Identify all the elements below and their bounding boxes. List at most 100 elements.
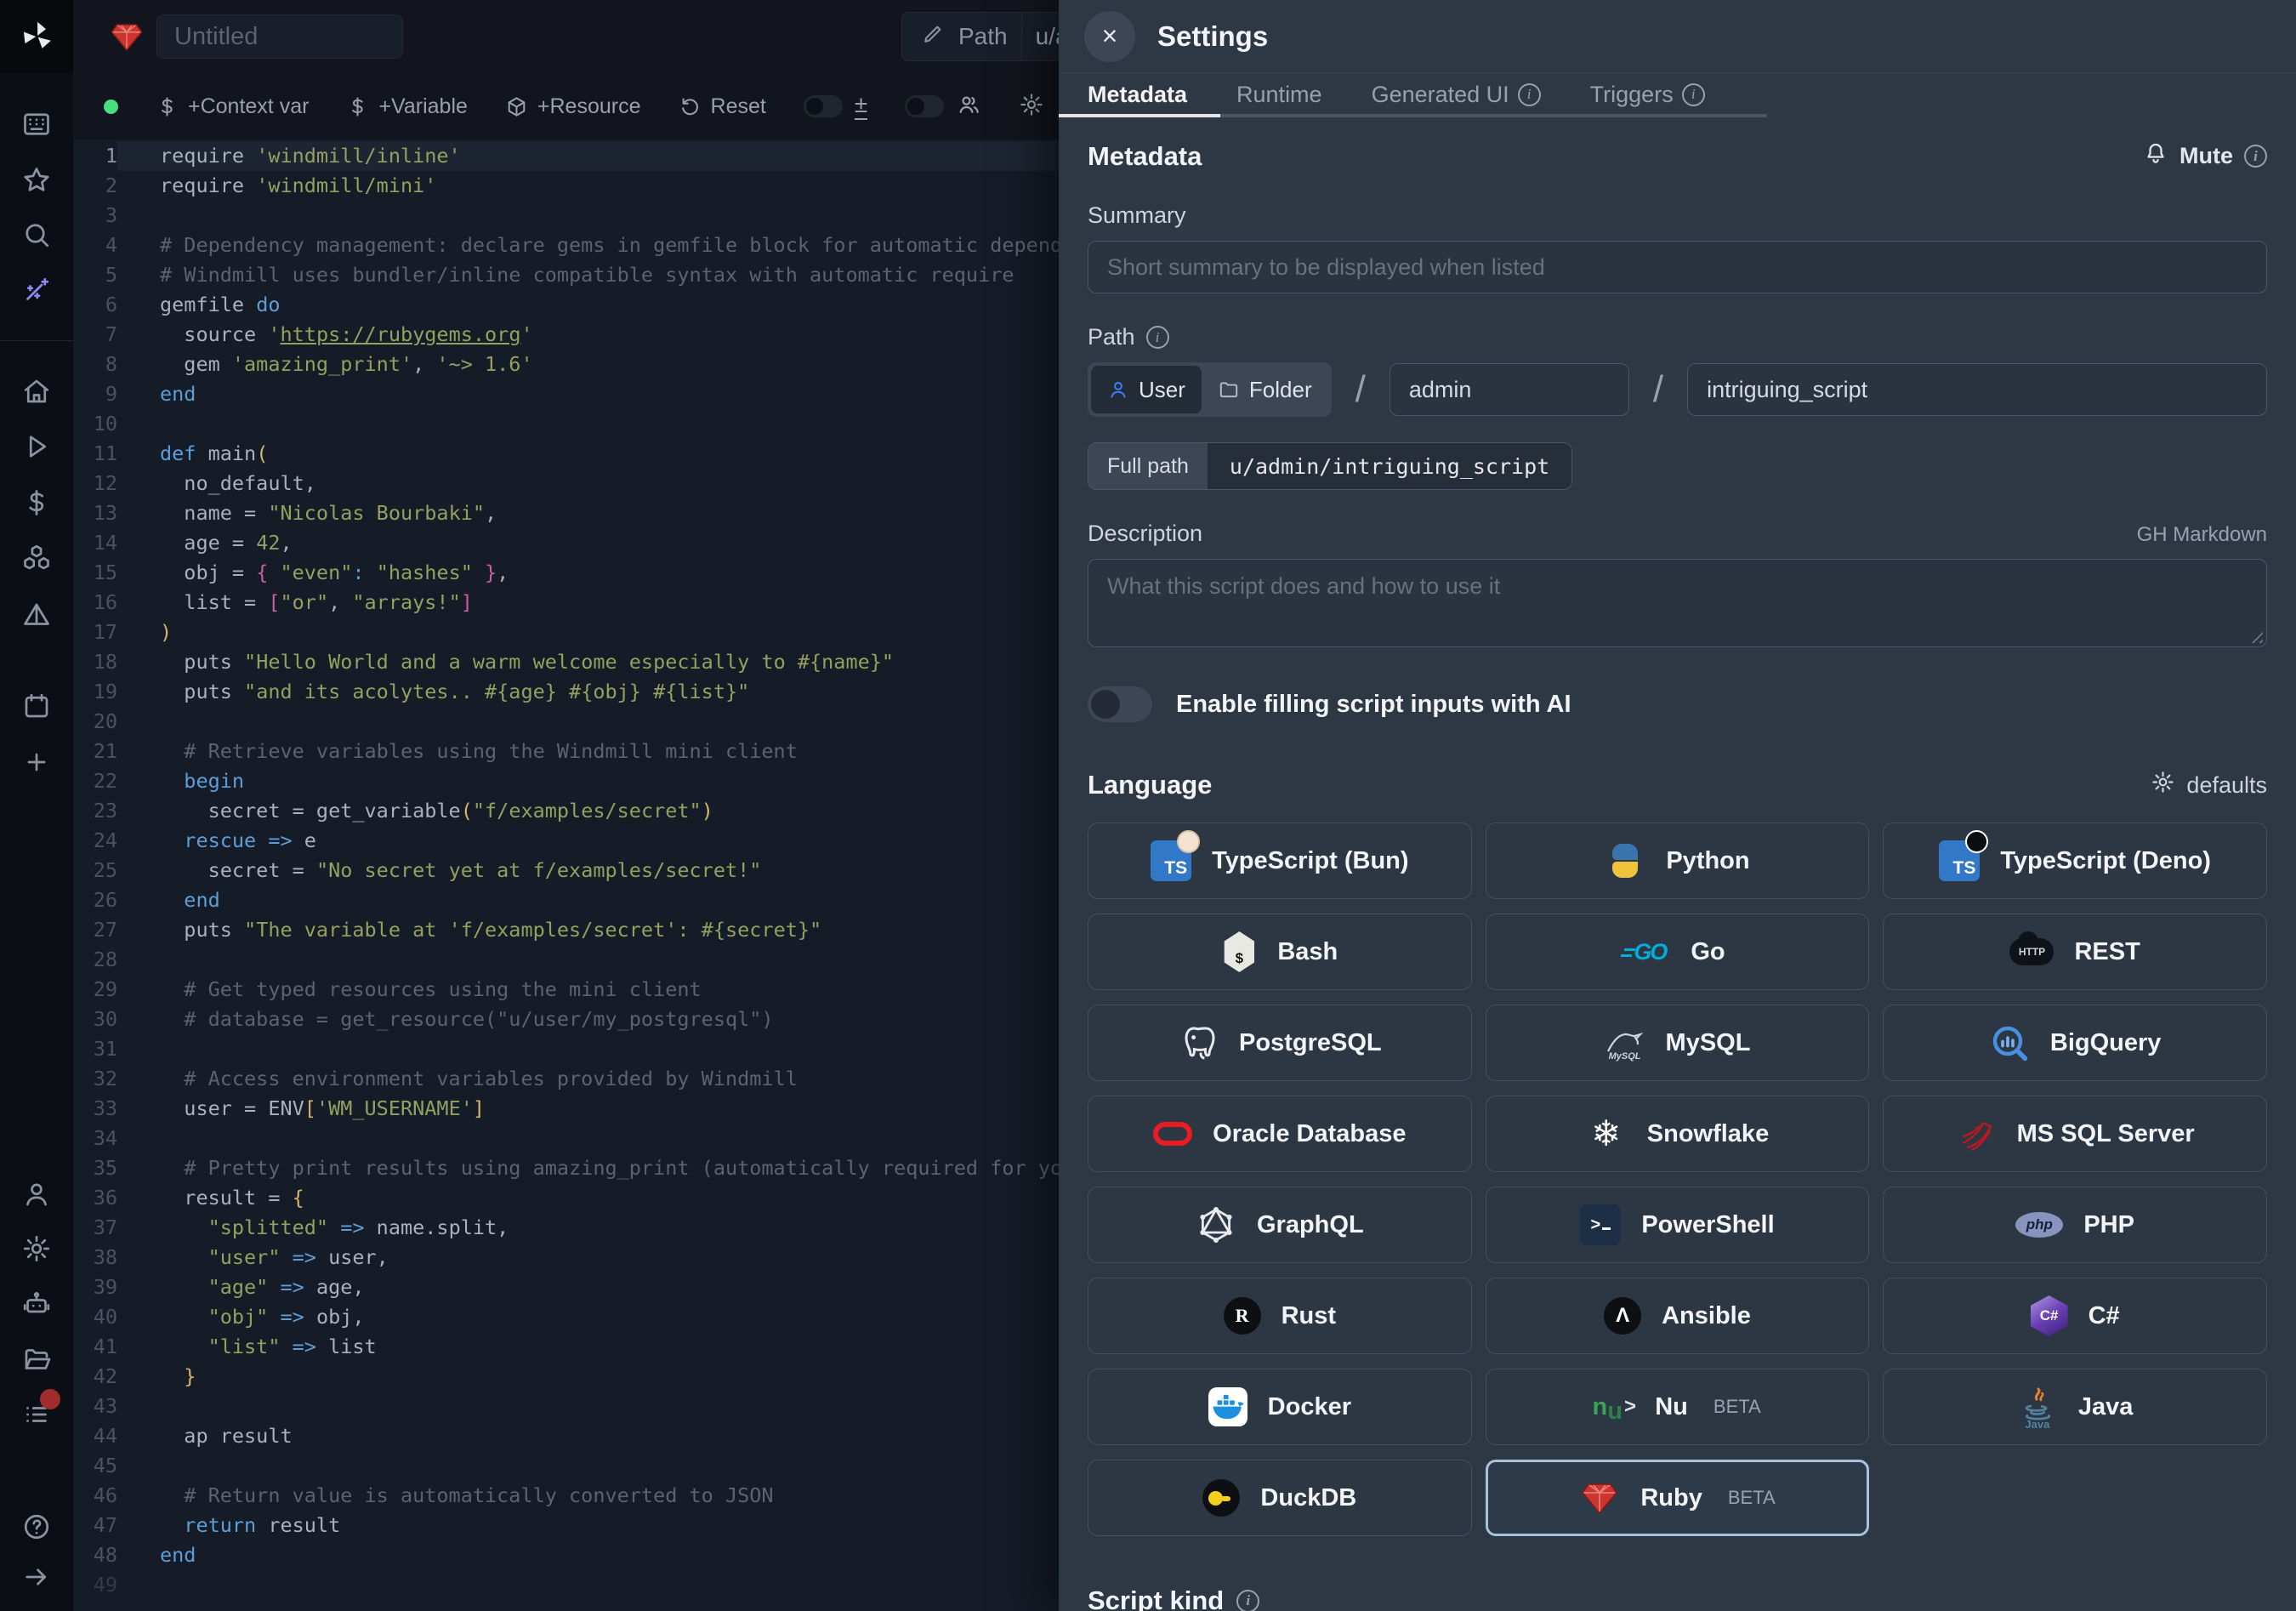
language-card-bigquery[interactable]: BigQuery — [1883, 1005, 2267, 1081]
language-card-go[interactable]: GOGo — [1486, 914, 1870, 990]
language-card-snowflake[interactable]: ❄Snowflake — [1486, 1096, 1870, 1172]
language-defaults-button[interactable]: defaults — [2151, 770, 2267, 800]
language-card-docker[interactable]: Docker — [1088, 1369, 1472, 1445]
info-icon[interactable] — [2244, 145, 2267, 168]
favorites-star-icon[interactable] — [21, 165, 52, 196]
mute-button[interactable]: Mute — [2143, 140, 2267, 172]
language-label: MySQL — [1666, 1029, 1751, 1057]
line-number: 46 — [73, 1481, 117, 1511]
line-number: 45 — [73, 1451, 117, 1481]
tab-triggers[interactable]: Triggers — [1590, 82, 1705, 108]
line-number: 4 — [73, 231, 117, 260]
tab-metadata[interactable]: Metadata — [1088, 82, 1187, 108]
ai-wand-icon[interactable] — [21, 275, 52, 305]
context-var-button[interactable]: +Context var — [156, 94, 309, 119]
language-card-mysql[interactable]: MySQLMySQL — [1486, 1005, 1870, 1081]
language-card-duckdb[interactable]: DuckDB — [1088, 1460, 1472, 1536]
triggers-prism-icon[interactable] — [21, 600, 52, 630]
owner-kind-user[interactable]: User — [1091, 366, 1202, 413]
language-card-postgresql[interactable]: PostgreSQL — [1088, 1005, 1472, 1081]
workers-robot-icon[interactable] — [21, 1289, 52, 1319]
powershell-icon: > — [1580, 1204, 1621, 1245]
runs-play-icon[interactable] — [21, 431, 52, 462]
language-card-java[interactable]: JavaJava — [1883, 1369, 2267, 1445]
full-path-label: Full path — [1088, 443, 1208, 489]
collapse-arrow-icon[interactable] — [21, 1562, 52, 1592]
language-card-graphql[interactable]: GraphQL — [1088, 1187, 1472, 1263]
language-card-bash[interactable]: $ Bash — [1088, 914, 1472, 990]
tab-runtime[interactable]: Runtime — [1236, 82, 1322, 108]
account-user-icon[interactable] — [21, 1179, 52, 1210]
toolbar-button-label: +Resource — [537, 94, 641, 119]
line-number: 36 — [73, 1183, 117, 1213]
gear-icon[interactable] — [1019, 92, 1044, 122]
tab-label: Metadata — [1088, 82, 1187, 108]
snowflake-icon: ❄ — [1586, 1113, 1627, 1154]
language-card-ansible[interactable]: ΛAnsible — [1486, 1278, 1870, 1354]
line-number: 21 — [73, 737, 117, 766]
resource-button[interactable]: +Resource — [505, 94, 641, 119]
info-icon[interactable] — [1236, 1590, 1259, 1611]
info-icon[interactable] — [1682, 83, 1705, 106]
tab-generated-ui[interactable]: Generated UI — [1372, 82, 1541, 108]
language-card-c[interactable]: C#C# — [1883, 1278, 2267, 1354]
settings-gear-icon[interactable] — [21, 1233, 52, 1264]
help-icon[interactable] — [21, 1511, 52, 1542]
search-icon[interactable] — [21, 219, 52, 250]
language-label: Oracle Database — [1213, 1120, 1406, 1148]
language-label: PowerShell — [1641, 1211, 1774, 1239]
language-card-powershell[interactable]: > PowerShell — [1486, 1187, 1870, 1263]
line-number: 12 — [73, 469, 117, 498]
language-card-ms-sql-server[interactable]: MS SQL Server — [1883, 1096, 2267, 1172]
bell-icon — [2143, 140, 2168, 172]
workspace-icon[interactable] — [21, 109, 52, 139]
owner-kind-toggle: UserFolder — [1088, 362, 1332, 417]
script-title-input[interactable] — [156, 14, 403, 59]
typescript-deno-icon: TS — [1939, 840, 1980, 881]
resources-cubes-icon[interactable] — [21, 543, 52, 573]
ai-inputs-toggle[interactable] — [1088, 686, 1152, 722]
language-card-nu[interactable]: nu>NuBETA — [1486, 1369, 1870, 1445]
folders-icon[interactable] — [21, 1344, 52, 1375]
beta-badge: BETA — [1728, 1487, 1776, 1509]
language-label: MS SQL Server — [2017, 1120, 2195, 1148]
language-label: Docker — [1268, 1393, 1351, 1421]
create-plus-icon[interactable] — [21, 747, 52, 777]
language-card-rust[interactable]: RRust — [1088, 1278, 1472, 1354]
path-name-input[interactable] — [1687, 363, 2267, 416]
left-icon-rail — [0, 0, 73, 1611]
path-owner-input[interactable] — [1390, 363, 1629, 416]
audit-logs-icon[interactable] — [21, 1399, 52, 1430]
bash-icon: $ — [1221, 931, 1257, 972]
mssql-icon — [1956, 1113, 1997, 1154]
close-icon[interactable]: × — [1084, 11, 1135, 62]
language-card-rest[interactable]: HTTPREST — [1883, 914, 2267, 990]
line-number: 7 — [73, 320, 117, 350]
info-icon[interactable] — [1146, 326, 1169, 349]
line-number: 2 — [73, 171, 117, 201]
line-number: 1 — [73, 141, 117, 171]
schedules-calendar-icon[interactable] — [21, 691, 52, 721]
defaults-label: defaults — [2186, 772, 2267, 799]
variable-button[interactable]: +Variable — [346, 94, 467, 119]
reset-button[interactable]: Reset — [679, 94, 766, 119]
info-icon[interactable] — [1518, 83, 1541, 106]
language-card-python[interactable]: Python — [1486, 823, 1870, 899]
owner-kind-folder[interactable]: Folder — [1202, 366, 1328, 413]
language-card-ruby[interactable]: RubyBETA — [1486, 1460, 1870, 1536]
description-textarea[interactable] — [1088, 559, 2267, 647]
language-label: Ansible — [1662, 1302, 1751, 1330]
language-card-typescript-bun[interactable]: TSTypeScript (Bun) — [1088, 823, 1472, 899]
home-icon[interactable] — [21, 376, 52, 407]
line-number: 29 — [73, 975, 117, 1005]
dollar-icon — [346, 95, 369, 118]
multiplayer-toggle[interactable] — [905, 95, 944, 117]
language-card-oracle-database[interactable]: Oracle Database — [1088, 1096, 1472, 1172]
variables-dollar-icon[interactable] — [21, 487, 52, 518]
summary-input[interactable] — [1088, 241, 2267, 293]
language-label: Bash — [1277, 938, 1338, 966]
language-card-typescript-deno[interactable]: TSTypeScript (Deno) — [1883, 823, 2267, 899]
windmill-logo-icon[interactable] — [0, 0, 73, 73]
language-card-php[interactable]: phpPHP — [1883, 1187, 2267, 1263]
diff-toggle[interactable] — [804, 95, 843, 117]
